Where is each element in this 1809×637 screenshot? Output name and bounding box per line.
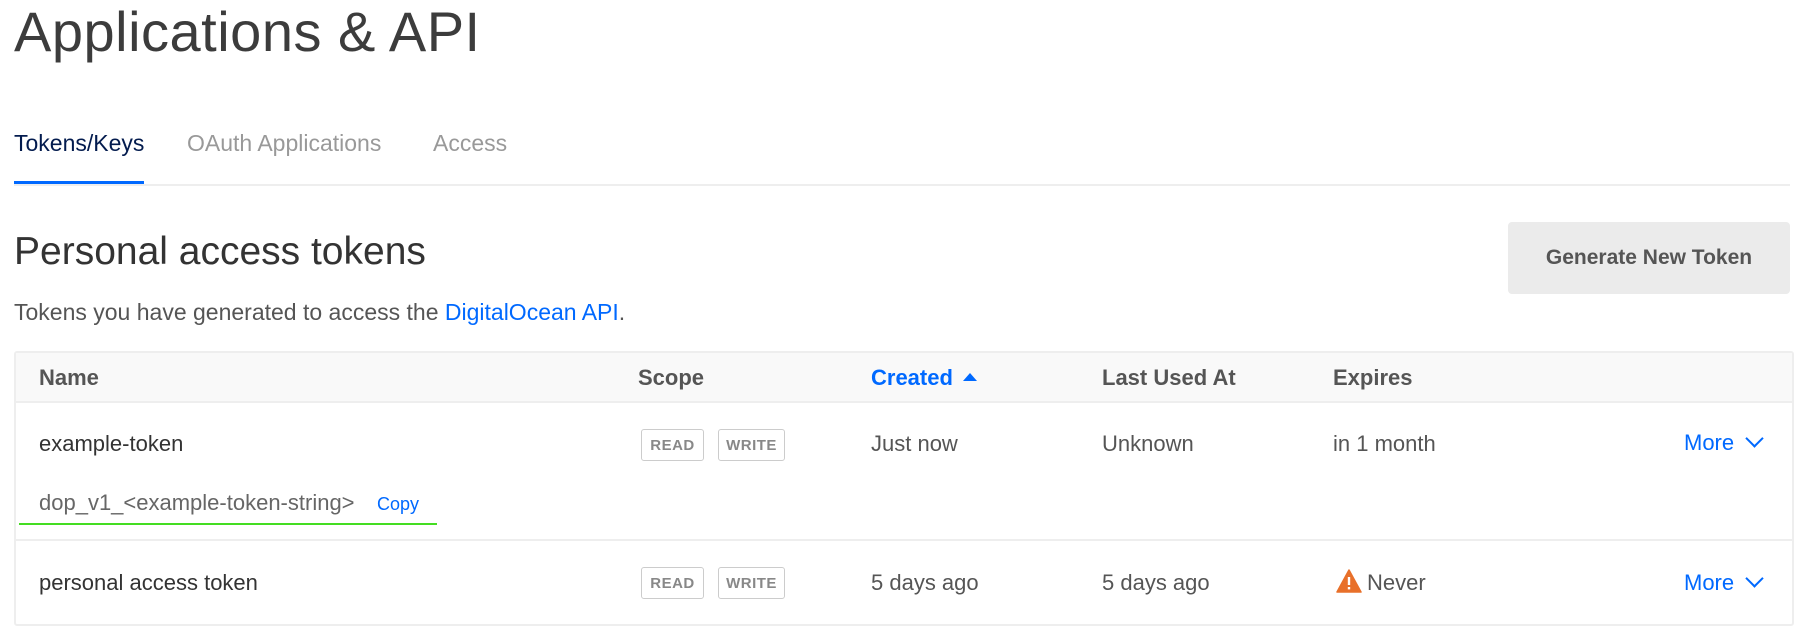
token-name: personal access token <box>39 570 258 595</box>
token-last-used: 5 days ago <box>1102 570 1210 595</box>
digitalocean-api-link[interactable]: DigitalOcean API <box>445 299 619 325</box>
token-expires: Never <box>1367 570 1426 595</box>
column-header-expires[interactable]: Expires <box>1333 365 1413 391</box>
table-row: personal access token READ WRITE 5 days … <box>16 541 1792 626</box>
section-description: Tokens you have generated to access the … <box>14 297 625 327</box>
more-label: More <box>1684 570 1735 595</box>
column-header-name[interactable]: Name <box>39 365 99 391</box>
token-created: 5 days ago <box>871 570 979 595</box>
tab-tokens-keys[interactable]: Tokens/Keys <box>14 128 145 184</box>
tab-access[interactable]: Access <box>433 128 507 184</box>
table-row: example-token READ WRITE Just now Unknow… <box>16 403 1792 541</box>
scope-read-badge: READ <box>641 429 704 461</box>
column-header-created[interactable]: Created <box>871 365 977 391</box>
scope-write-badge: WRITE <box>718 429 785 461</box>
token-expires: in 1 month <box>1333 431 1436 456</box>
warning-icon <box>1336 569 1362 593</box>
column-header-created-label: Created <box>871 365 953 390</box>
token-last-used: Unknown <box>1102 431 1194 456</box>
column-header-last-used[interactable]: Last Used At <box>1102 365 1236 391</box>
tokens-table: Name Scope Created Last Used At Expires … <box>14 351 1794 626</box>
scope-write-badge: WRITE <box>718 567 785 599</box>
section-title: Personal access tokens <box>14 230 426 273</box>
column-header-scope: Scope <box>638 365 705 390</box>
more-dropdown-button[interactable]: More <box>1684 569 1764 597</box>
more-label: More <box>1684 430 1735 455</box>
sort-ascending-icon <box>962 373 977 382</box>
table-header: Name Scope Created Last Used At Expires <box>16 353 1792 403</box>
applications-api-page: Applications & API Tokens/Keys OAuth App… <box>0 0 1809 637</box>
scope-read-badge: READ <box>641 567 704 599</box>
tab-oauth-applications[interactable]: OAuth Applications <box>187 128 381 184</box>
page-title: Applications & API <box>14 0 481 63</box>
token-value-field: dop_v1_<example-token-string> Copy <box>19 483 437 525</box>
description-suffix: . <box>618 299 626 325</box>
copy-token-button[interactable]: Copy <box>377 491 419 517</box>
token-value[interactable]: dop_v1_<example-token-string> <box>39 489 355 517</box>
token-name: example-token <box>39 431 184 456</box>
description-text: Tokens you have generated to access the <box>14 299 445 325</box>
chevron-down-icon <box>1745 429 1764 448</box>
token-created: Just now <box>871 431 958 456</box>
tab-bar: Tokens/Keys OAuth Applications Access <box>14 128 1790 186</box>
chevron-down-icon <box>1745 569 1764 588</box>
more-dropdown-button[interactable]: More <box>1684 429 1764 457</box>
generate-new-token-button[interactable]: Generate New Token <box>1508 222 1790 294</box>
